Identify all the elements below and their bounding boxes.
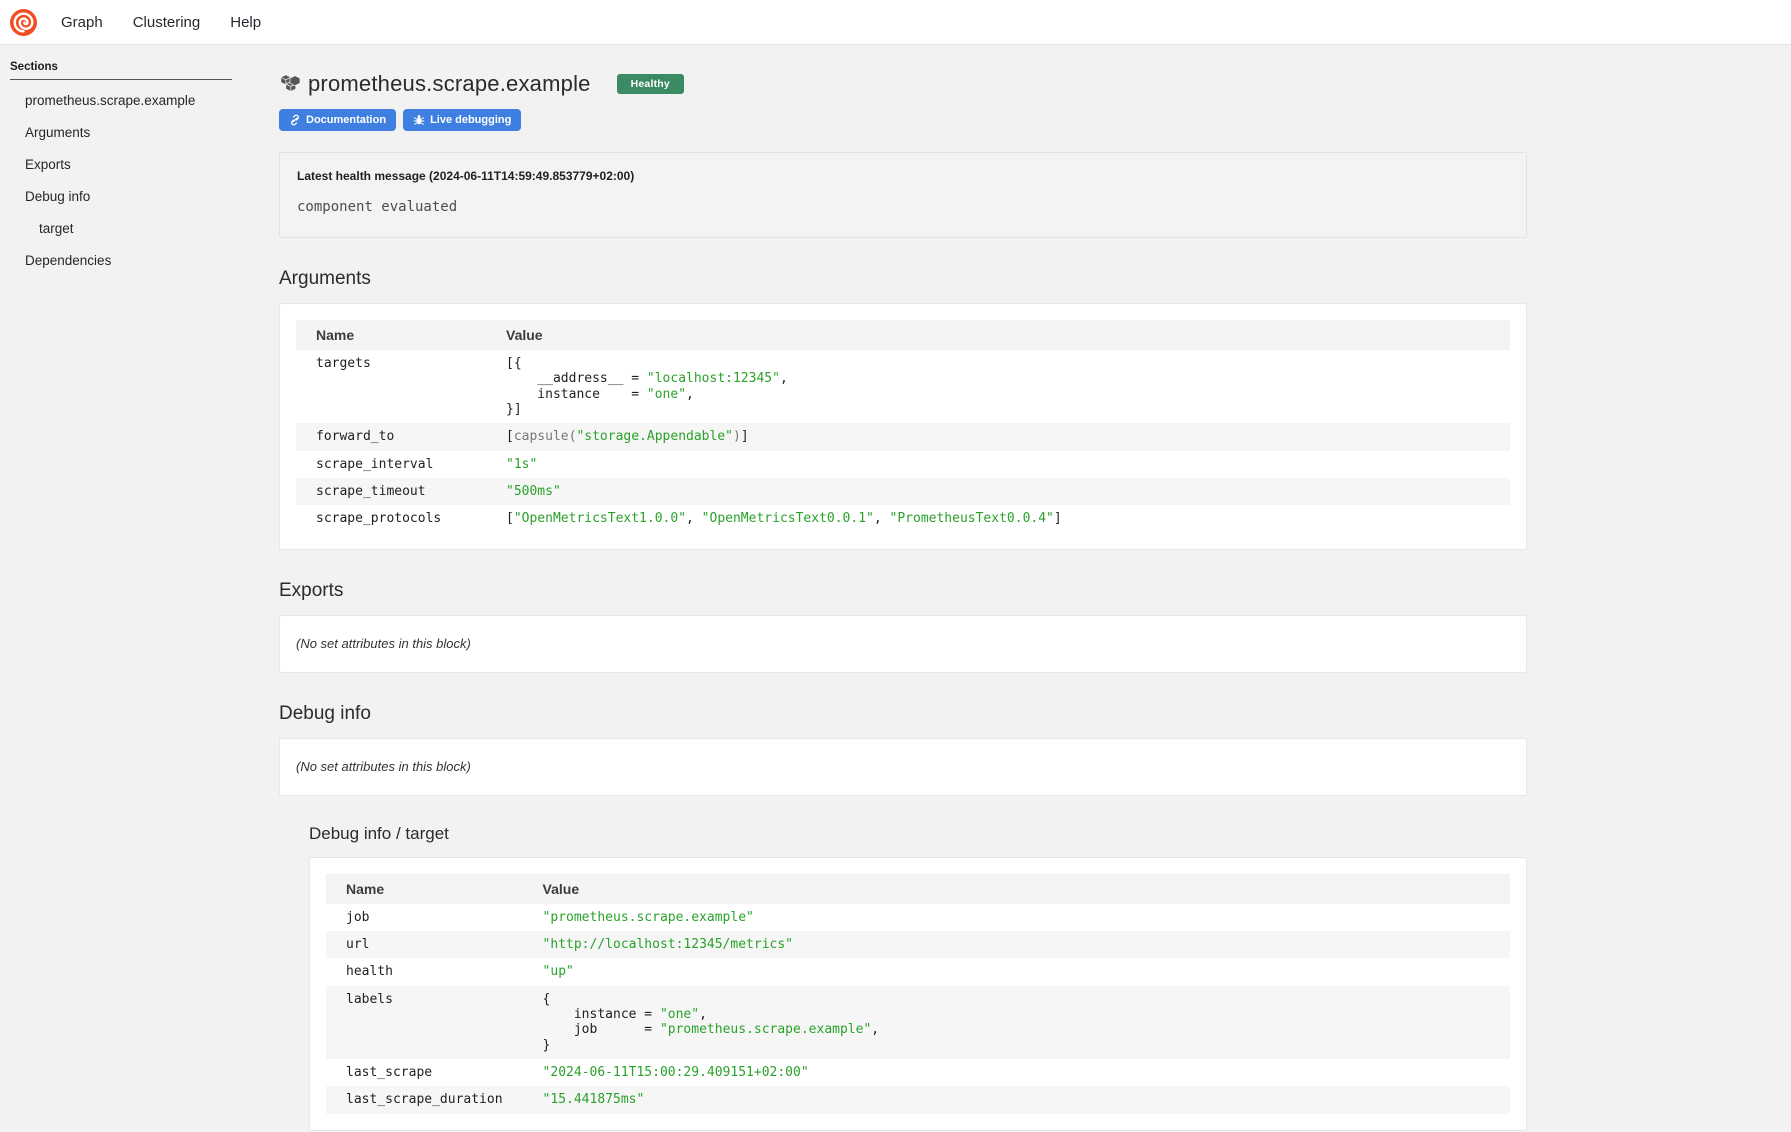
sidebar-item-target[interactable]: target <box>10 222 279 235</box>
alloy-logo-icon[interactable] <box>10 9 37 36</box>
header-buttons: Documentation Live debugging <box>279 109 1527 131</box>
main-content: prometheus.scrape.example Healthy Docume… <box>279 45 1527 1131</box>
row-name-cell: url <box>326 931 523 958</box>
row-value-cell: { instance = "one", job = "prometheus.sc… <box>523 986 1510 1059</box>
health-message-card: Latest health message (2024-06-11T14:59:… <box>279 152 1527 238</box>
table-row: health"up" <box>326 958 1510 985</box>
documentation-button-label: Documentation <box>306 114 386 126</box>
exports-empty-note: (No set attributes in this block) <box>296 636 471 651</box>
table-row: job"prometheus.scrape.example" <box>326 904 1510 931</box>
table-row: scrape_interval"1s" <box>296 451 1510 478</box>
column-header-value: Value <box>486 320 1510 350</box>
table-row: labels{ instance = "one", job = "prometh… <box>326 986 1510 1059</box>
documentation-button[interactable]: Documentation <box>279 109 396 131</box>
exports-heading: Exports <box>279 580 1527 602</box>
table-header-row: Name Value <box>296 320 1510 350</box>
table-row: targets[{ __address__ = "localhost:12345… <box>296 350 1510 423</box>
table-row: scrape_timeout"500ms" <box>296 478 1510 505</box>
sidebar-item-arguments[interactable]: Arguments <box>10 126 279 139</box>
row-name-cell: health <box>326 958 523 985</box>
cubes-icon <box>279 74 301 94</box>
page-title: prometheus.scrape.example <box>308 71 591 97</box>
debug-target-heading: Debug info / target <box>309 824 1527 844</box>
top-nav: Graph Clustering Help <box>0 0 1791 45</box>
row-name-cell: job <box>326 904 523 931</box>
nav-link-help[interactable]: Help <box>230 14 261 31</box>
row-value-cell: "15.441875ms" <box>523 1086 1510 1113</box>
column-header-value: Value <box>523 874 1510 904</box>
arguments-heading: Arguments <box>279 268 1527 290</box>
row-value-cell: [capsule("storage.Appendable")] <box>486 423 1510 450</box>
arguments-card: Name Value targets[{ __address__ = "loca… <box>279 303 1527 550</box>
health-status-badge: Healthy <box>617 74 684 94</box>
row-name-cell: last_scrape <box>326 1059 523 1086</box>
debug-target-table: Name Value job"prometheus.scrape.example… <box>326 874 1510 1114</box>
sections-sidebar: Sections prometheus.scrape.example Argum… <box>0 45 279 286</box>
live-debugging-button[interactable]: Live debugging <box>403 109 521 131</box>
debug-info-empty-note: (No set attributes in this block) <box>296 759 471 774</box>
bug-icon <box>413 114 425 126</box>
row-name-cell: targets <box>296 350 486 423</box>
row-name-cell: scrape_timeout <box>296 478 486 505</box>
table-row: last_scrape"2024-06-11T15:00:29.409151+0… <box>326 1059 1510 1086</box>
exports-card: (No set attributes in this block) <box>279 615 1527 673</box>
sidebar-divider <box>10 79 232 80</box>
sidebar-item-dependencies[interactable]: Dependencies <box>10 254 279 267</box>
row-name-cell: scrape_protocols <box>296 505 486 532</box>
health-message-label: Latest health message (2024-06-11T14:59:… <box>297 169 1509 183</box>
row-value-cell: "prometheus.scrape.example" <box>523 904 1510 931</box>
row-name-cell: scrape_interval <box>296 451 486 478</box>
sidebar-item-component[interactable]: prometheus.scrape.example <box>10 94 279 107</box>
table-row: forward_to[capsule("storage.Appendable")… <box>296 423 1510 450</box>
column-header-name: Name <box>326 874 523 904</box>
debug-target-card: Name Value job"prometheus.scrape.example… <box>309 857 1527 1131</box>
page-body: Sections prometheus.scrape.example Argum… <box>0 45 1791 1131</box>
arguments-table: Name Value targets[{ __address__ = "loca… <box>296 320 1510 533</box>
sidebar-item-debug-info[interactable]: Debug info <box>10 190 279 203</box>
row-value-cell: ["OpenMetricsText1.0.0", "OpenMetricsTex… <box>486 505 1510 532</box>
debug-info-heading: Debug info <box>279 703 1527 725</box>
row-name-cell: forward_to <box>296 423 486 450</box>
row-name-cell: last_scrape_duration <box>326 1086 523 1113</box>
nav-link-graph[interactable]: Graph <box>61 14 103 31</box>
debug-info-card: (No set attributes in this block) <box>279 738 1527 796</box>
row-value-cell: "up" <box>523 958 1510 985</box>
row-name-cell: labels <box>326 986 523 1059</box>
table-row: last_scrape_duration"15.441875ms" <box>326 1086 1510 1113</box>
sidebar-heading: Sections <box>10 61 279 73</box>
live-debugging-button-label: Live debugging <box>430 114 511 126</box>
link-icon <box>289 114 301 126</box>
row-value-cell: "1s" <box>486 451 1510 478</box>
row-value-cell: "http://localhost:12345/metrics" <box>523 931 1510 958</box>
health-message-text: component evaluated <box>297 199 1509 215</box>
nav-link-clustering[interactable]: Clustering <box>133 14 201 31</box>
table-header-row: Name Value <box>326 874 1510 904</box>
row-value-cell: "2024-06-11T15:00:29.409151+02:00" <box>523 1059 1510 1086</box>
column-header-name: Name <box>296 320 486 350</box>
row-value-cell: [{ __address__ = "localhost:12345", inst… <box>486 350 1510 423</box>
component-header: prometheus.scrape.example Healthy <box>279 71 1527 97</box>
table-row: url"http://localhost:12345/metrics" <box>326 931 1510 958</box>
table-row: scrape_protocols["OpenMetricsText1.0.0",… <box>296 505 1510 532</box>
row-value-cell: "500ms" <box>486 478 1510 505</box>
sidebar-item-exports[interactable]: Exports <box>10 158 279 171</box>
